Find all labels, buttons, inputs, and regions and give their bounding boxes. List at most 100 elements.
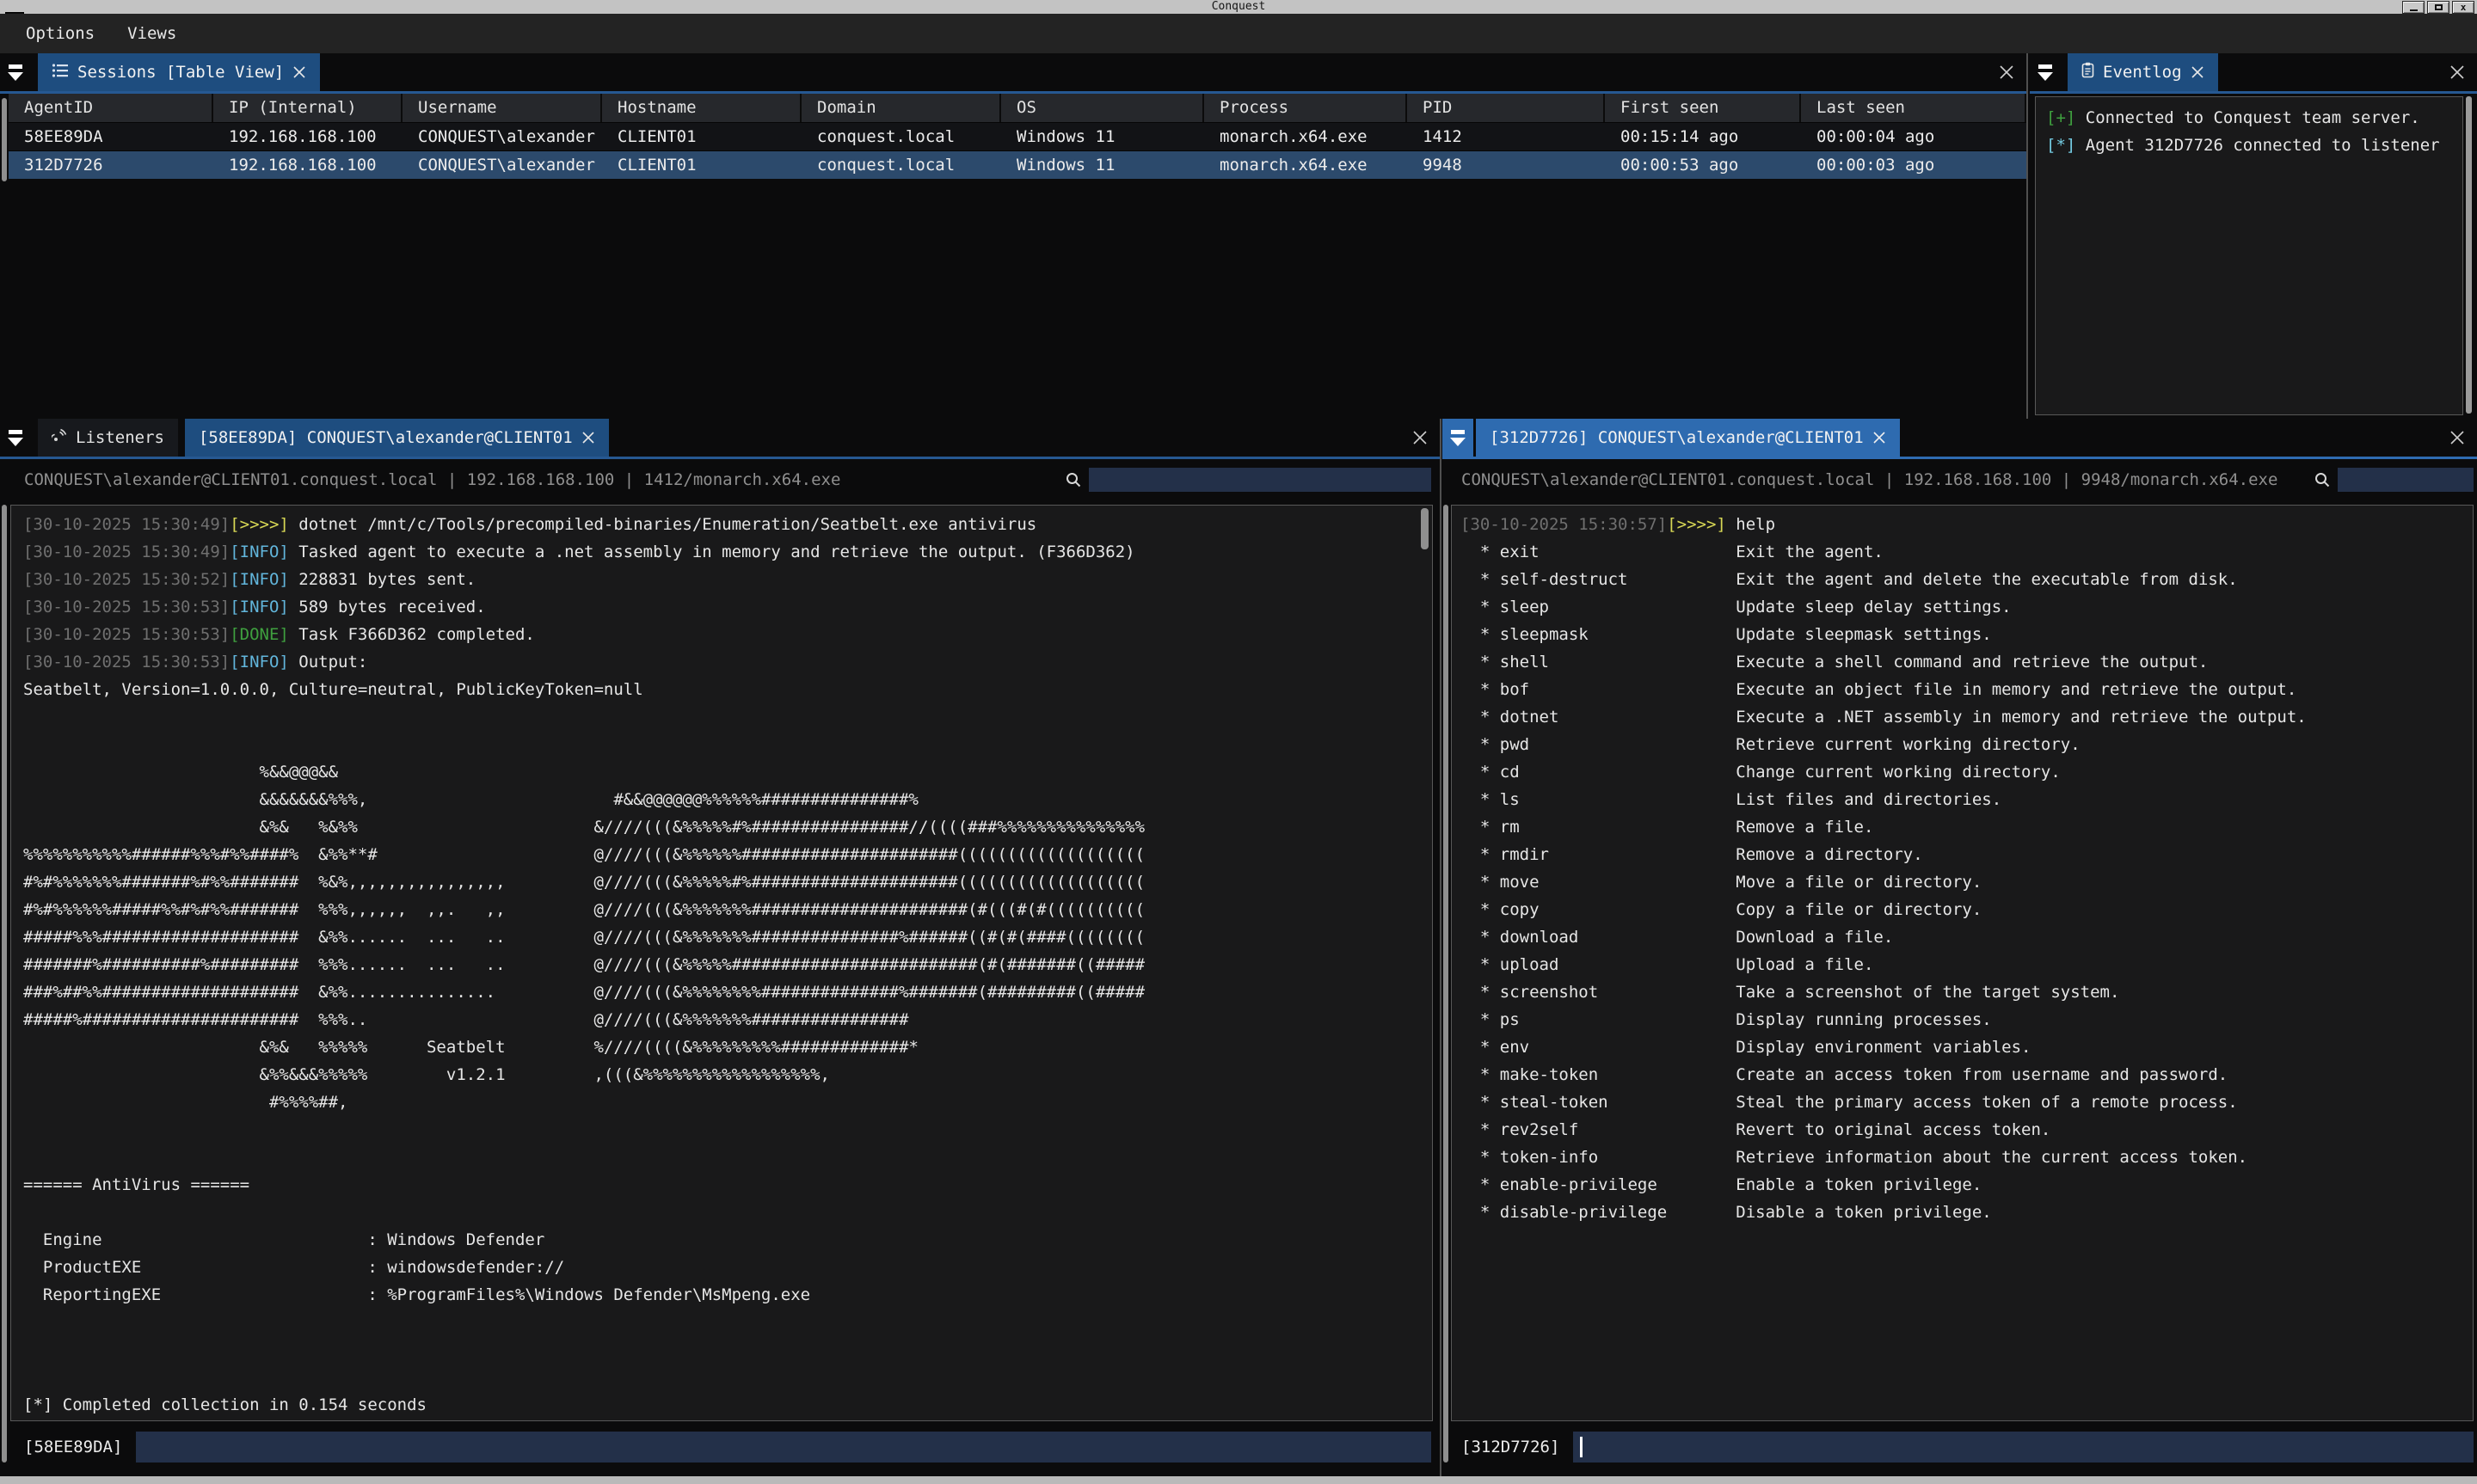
- column-header[interactable]: Hostname: [602, 94, 802, 122]
- tab-label: [312D7726] CONQUEST\alexander@CLIENT01: [1490, 428, 1864, 447]
- session-cell: 58EE89DA: [9, 123, 213, 150]
- help-line: * sleepmask Update sleepmask settings.: [1460, 621, 2473, 648]
- close-button[interactable]: x: [2452, 1, 2474, 14]
- console-output-box: [30-10-2025 15:30:49][>>>>] dotnet /mnt/…: [10, 505, 1433, 1421]
- panel-close-icon[interactable]: [2449, 53, 2465, 91]
- eventlog-scrollbar[interactable]: [2466, 96, 2472, 414]
- column-header[interactable]: PID: [1407, 94, 1605, 122]
- session-cell: 192.168.168.100: [213, 123, 403, 150]
- sessions-table-body: 58EE89DA192.168.168.100CONQUEST\alexande…: [9, 122, 2026, 179]
- session-row[interactable]: 312D7726192.168.168.100CONQUEST\alexande…: [9, 150, 2026, 179]
- column-header[interactable]: OS: [1001, 94, 1204, 122]
- console-line: Seatbelt, Version=1.0.0.0, Culture=neutr…: [23, 676, 1432, 703]
- panel-close-icon[interactable]: [1412, 419, 1428, 457]
- command-input[interactable]: [136, 1432, 1431, 1463]
- console-left-scrollbar[interactable]: [1443, 505, 1448, 1463]
- conquest-window: Conquest x Options Views Sessions [Table…: [0, 0, 2477, 1484]
- search-input[interactable]: [2338, 468, 2474, 492]
- column-header[interactable]: Domain: [802, 94, 1001, 122]
- search-icon: [1065, 471, 1082, 488]
- antenna-icon: [52, 428, 67, 448]
- window-bottom-edge: [0, 1476, 2477, 1484]
- maximize-icon: [2435, 4, 2443, 10]
- column-header[interactable]: Username: [403, 94, 602, 122]
- tab-close-icon[interactable]: [292, 65, 306, 79]
- dropdown-bar: [9, 430, 22, 434]
- tab-close-icon[interactable]: [2191, 65, 2204, 79]
- column-header[interactable]: IP (Internal): [213, 94, 403, 122]
- tab-underline: [0, 457, 1440, 459]
- column-header[interactable]: AgentID: [9, 94, 213, 122]
- console-line: Engine : Windows Defender: [23, 1226, 1432, 1254]
- tab-agent-312D7726[interactable]: [312D7726] CONQUEST\alexander@CLIENT01: [1476, 419, 1900, 457]
- help-line: * self-destruct Exit the agent and delet…: [1460, 566, 2473, 593]
- console-line: #%%%%##,: [23, 1088, 1432, 1116]
- console-scrollbar-thumb[interactable]: [1421, 508, 1429, 549]
- tab-label: [58EE89DA] CONQUEST\alexander@CLIENT01: [199, 428, 573, 447]
- session-row[interactable]: 58EE89DA192.168.168.100CONQUEST\alexande…: [9, 122, 2026, 150]
- console-output: [30-10-2025 15:30:57][>>>>] help * exit …: [1460, 511, 2473, 1226]
- sessions-scrollbar[interactable]: [2, 98, 7, 181]
- tab-close-icon[interactable]: [581, 431, 595, 445]
- dropdown-arrow-icon[interactable]: [0, 53, 31, 91]
- column-header[interactable]: Process: [1204, 94, 1407, 122]
- console-line: [*] Agent 312D7726 connected to listener: [2046, 132, 2452, 159]
- help-line: * ps Display running processes.: [1460, 1006, 2473, 1033]
- console-line: [*] Completed collection in 0.154 second…: [23, 1391, 1432, 1419]
- column-header[interactable]: Last seen: [1801, 94, 2026, 122]
- console-line: #####%%%#################### &%%...... .…: [23, 923, 1432, 951]
- menu-views[interactable]: Views: [127, 24, 176, 43]
- panel-divider[interactable]: [2026, 53, 2028, 419]
- tab-close-icon[interactable]: [1872, 431, 1886, 445]
- console-line: #####%###################### %%%.. @////…: [23, 1006, 1432, 1033]
- dropdown-bar: [9, 64, 22, 69]
- dropdown-arrow-icon[interactable]: [1442, 419, 1473, 457]
- console-line: %&&@@@&&: [23, 758, 1432, 786]
- search-input[interactable]: [1089, 468, 1431, 492]
- tab-underline: [2030, 91, 2477, 94]
- help-line: * copy Copy a file or directory.: [1460, 896, 2473, 923]
- session-cell: 00:00:03 ago: [1801, 151, 2026, 179]
- console-line: [23, 731, 1432, 758]
- close-icon: x: [2461, 3, 2467, 12]
- console-line: [30-10-2025 15:30:57][>>>>] help: [1460, 511, 2473, 538]
- agent-context-label: CONQUEST\alexander@CLIENT01.conquest.loc…: [24, 470, 840, 489]
- window-titlebar[interactable]: Conquest x: [0, 0, 2477, 14]
- triangle-icon: [8, 438, 23, 446]
- column-header[interactable]: First seen: [1605, 94, 1801, 122]
- tab-eventlog[interactable]: Eventlog: [2068, 53, 2218, 91]
- command-input-row: [58EE89DA]: [24, 1432, 1431, 1463]
- sessions-table: AgentIDIP (Internal)UsernameHostnameDoma…: [9, 94, 2026, 179]
- tab-label: Sessions [Table View]: [77, 63, 284, 82]
- command-input[interactable]: [1573, 1432, 2474, 1463]
- agent-status-bar: CONQUEST\alexander@CLIENT01.conquest.loc…: [1461, 467, 2474, 493]
- dropdown-bar: [2038, 64, 2052, 69]
- panel-divider[interactable]: [1440, 419, 1441, 1476]
- panel-close-icon[interactable]: [1999, 53, 2014, 91]
- minimize-button[interactable]: [2402, 1, 2425, 14]
- dropdown-arrow-icon[interactable]: [0, 419, 31, 457]
- tab-sessions[interactable]: Sessions [Table View]: [38, 53, 320, 91]
- console-line: [+] Connected to Conquest team server.: [2046, 104, 2452, 132]
- dropdown-arrow-icon[interactable]: [2030, 53, 2061, 91]
- session-cell: 9948: [1407, 151, 1605, 179]
- triangle-icon: [1450, 438, 1466, 446]
- maximize-button[interactable]: [2427, 1, 2449, 14]
- tab-agent-58EE89DA[interactable]: [58EE89DA] CONQUEST\alexander@CLIENT01: [185, 419, 609, 457]
- session-cell: monarch.x64.exe: [1204, 151, 1407, 179]
- session-cell: 1412: [1407, 123, 1605, 150]
- help-line: * steal-token Steal the primary access t…: [1460, 1088, 2473, 1116]
- console-line: #%#%%%%%%%#######%#%%####### %&%,,,,,,,,…: [23, 868, 1432, 896]
- session-cell: conquest.local: [802, 151, 1001, 179]
- help-line: * cd Change current working directory.: [1460, 758, 2473, 786]
- panel-close-icon[interactable]: [2449, 419, 2465, 457]
- console-line: [30-10-2025 15:30:53][INFO] Output:: [23, 648, 1432, 676]
- menu-options[interactable]: Options: [26, 24, 95, 43]
- dropdown-bar: [1451, 430, 1465, 434]
- eventlog-tabrow: Eventlog: [2030, 53, 2477, 91]
- console-left-scrollbar[interactable]: [2, 505, 7, 1463]
- tab-listeners[interactable]: Listeners: [38, 419, 178, 457]
- session-cell: CLIENT01: [602, 123, 802, 150]
- console-line: ====== AntiVirus ======: [23, 1171, 1432, 1199]
- console-line: [30-10-2025 15:30:49][INFO] Tasked agent…: [23, 538, 1432, 566]
